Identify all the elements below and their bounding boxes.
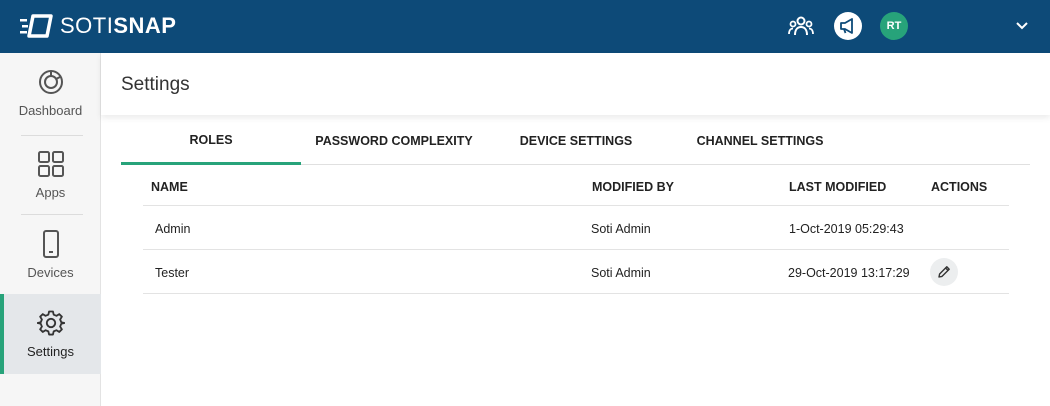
column-header-name[interactable]: NAME — [151, 180, 188, 194]
column-header-last-modified[interactable]: LAST MODIFIED — [789, 180, 886, 194]
announcements-button[interactable] — [834, 12, 862, 40]
column-header-modified-by[interactable]: MODIFIED BY — [592, 180, 674, 194]
table-divider — [143, 293, 1009, 294]
cell-last-modified: 1-Oct-2019 05:29:43 — [789, 222, 904, 236]
tab-channel-settings[interactable]: CHANNEL SETTINGS — [665, 118, 855, 164]
edit-icon — [938, 266, 950, 278]
page-title: Settings — [121, 74, 190, 95]
soti-snap-logo[interactable]: SOTISNAP — [20, 12, 176, 40]
cell-modified-by: Soti Admin — [591, 266, 651, 280]
cell-name: Tester — [155, 266, 190, 280]
announcement-icon — [840, 18, 853, 34]
settings-tabs: ROLES PASSWORD COMPLEXITY DEVICE SETTING… — [121, 118, 1030, 165]
sidebar: Dashboard Apps Devices Settings — [0, 53, 101, 406]
sidebar-item-label: Apps — [35, 185, 66, 200]
sidebar-item-settings[interactable]: Settings — [0, 294, 101, 374]
edit-role-button[interactable] — [930, 258, 958, 286]
snap-logo-icon — [20, 14, 53, 38]
sidebar-item-label: Settings — [27, 344, 74, 359]
sidebar-item-apps[interactable]: Apps — [0, 135, 101, 215]
gear-icon — [36, 310, 65, 336]
active-indicator — [0, 294, 4, 374]
brand-name-part1: SOTI — [60, 13, 114, 38]
sidebar-item-label: Dashboard — [18, 103, 83, 118]
sidebar-item-dashboard[interactable]: Dashboard — [0, 53, 101, 133]
community-button[interactable] — [787, 12, 815, 40]
user-menu-toggle[interactable] — [1010, 12, 1034, 40]
tab-password-complexity[interactable]: PASSWORD COMPLEXITY — [301, 118, 487, 164]
tab-device-settings[interactable]: DEVICE SETTINGS — [487, 118, 665, 164]
page-header: Settings — [101, 53, 1050, 115]
cell-last-modified: 29-Oct-2019 13:17:29 — [788, 266, 910, 280]
sidebar-item-label: Devices — [27, 265, 74, 280]
tab-roles[interactable]: ROLES — [121, 118, 301, 165]
sidebar-item-devices[interactable]: Devices — [0, 215, 101, 295]
apps-grid-icon — [37, 151, 64, 177]
column-header-actions: ACTIONS — [931, 180, 988, 194]
table-divider — [143, 205, 1009, 206]
brand-name-part2: SNAP — [113, 13, 177, 38]
mobile-device-icon — [42, 230, 59, 258]
top-bar: SOTISNAP RT — [0, 0, 1050, 53]
user-avatar[interactable]: RT — [880, 12, 908, 40]
community-icon — [788, 16, 814, 36]
cell-name: Admin — [155, 222, 191, 236]
chevron-down-icon — [1016, 22, 1028, 30]
table-divider — [143, 249, 1009, 250]
cell-modified-by: Soti Admin — [591, 222, 651, 236]
dashboard-icon — [38, 70, 63, 94]
